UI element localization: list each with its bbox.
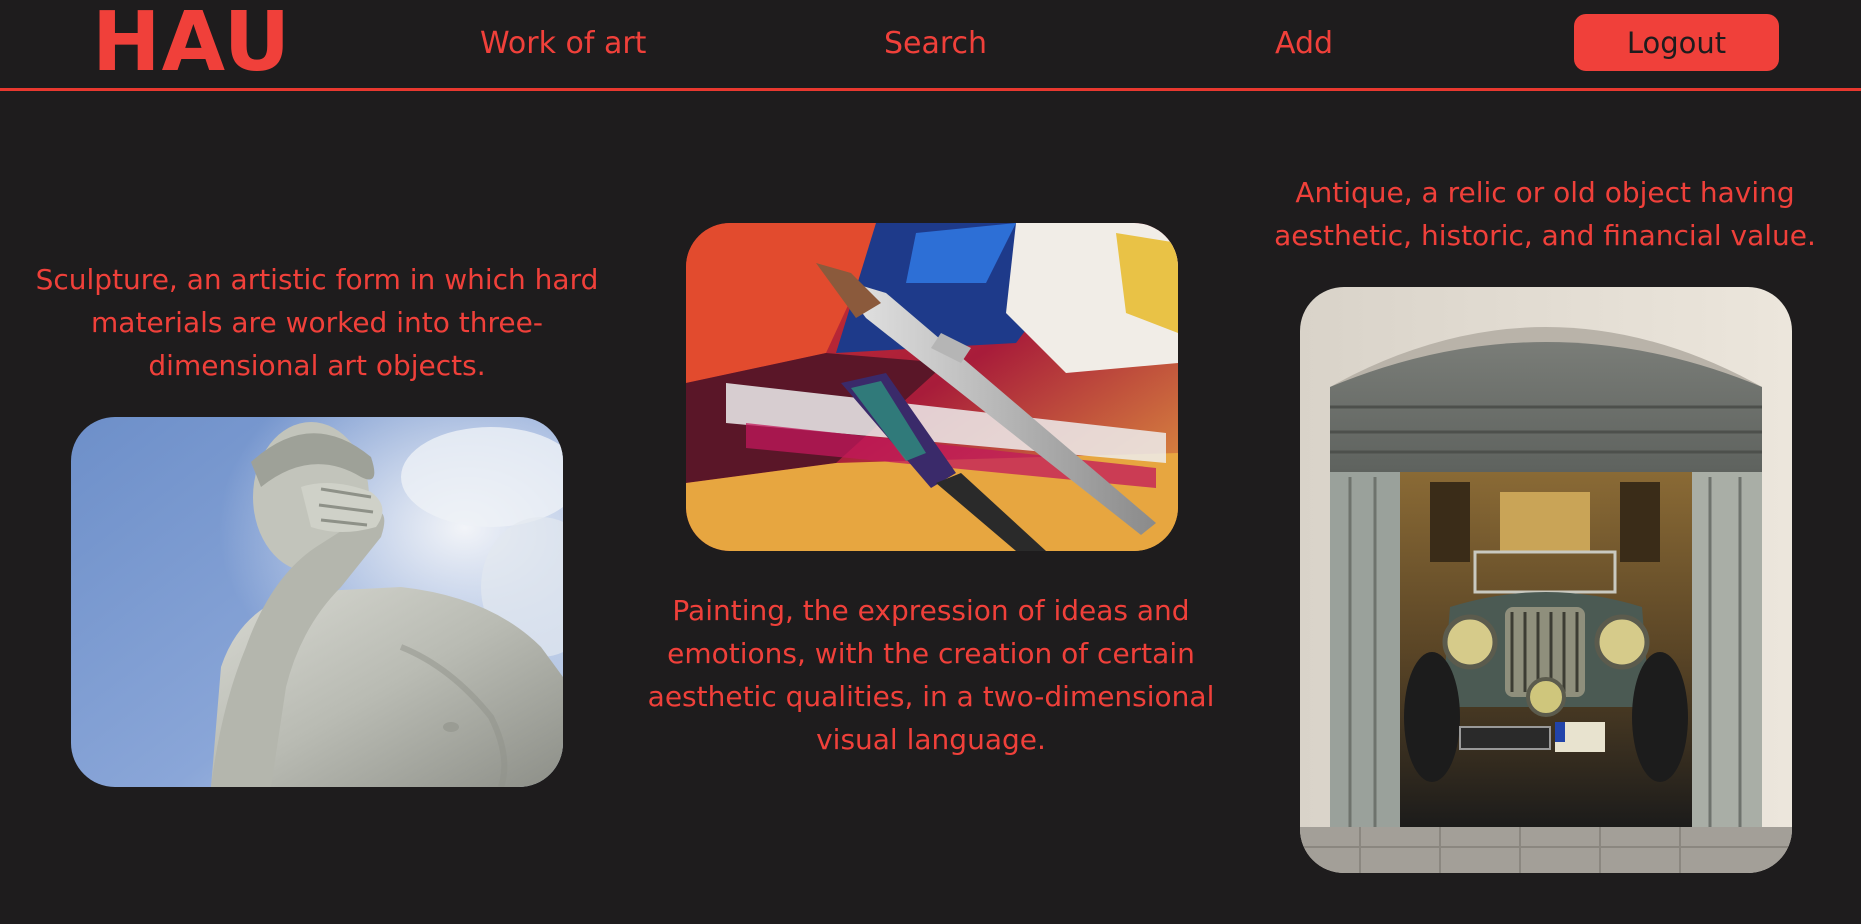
painting-caption: Painting, the expression of ideas and em… — [647, 594, 1215, 756]
antique-caption: Antique, a relic or old object having ae… — [1274, 176, 1816, 252]
site-logo[interactable]: HAU — [92, 0, 291, 88]
sculpture-caption: Sculpture, an artistic form in which har… — [35, 263, 599, 382]
nav-search[interactable]: Search — [884, 24, 987, 64]
site-header: HAU Work of art Search Add Logout — [0, 0, 1861, 91]
nav-work-of-art[interactable]: Work of art — [480, 24, 646, 64]
sculpture-image[interactable] — [71, 417, 563, 787]
nav-add[interactable]: Add — [1275, 24, 1333, 64]
painting-image[interactable] — [686, 223, 1178, 551]
logout-button[interactable]: Logout — [1574, 14, 1779, 71]
antique-image[interactable] — [1300, 287, 1792, 873]
